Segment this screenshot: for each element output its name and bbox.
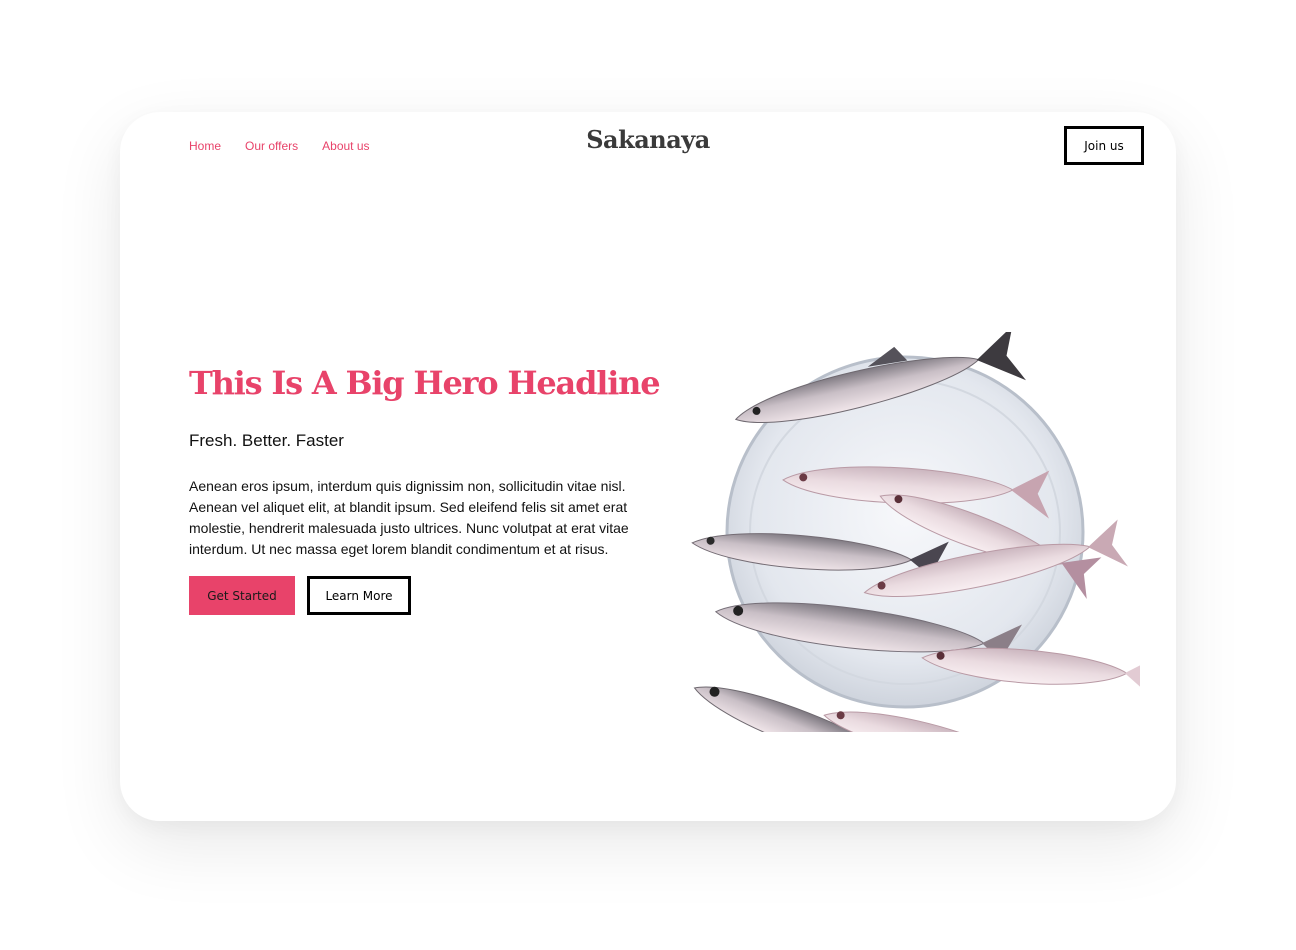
learn-more-button[interactable]: Learn More <box>307 576 411 615</box>
landing-page-card: Home Our offers About us Sakanaya Join u… <box>120 112 1176 821</box>
hero-cta-group: Get Started Learn More <box>189 576 411 615</box>
hero-body-text: Aenean eros ipsum, interdum quis digniss… <box>189 478 629 557</box>
join-us-button[interactable]: Join us <box>1064 126 1144 165</box>
brand-logo[interactable]: Sakanaya <box>120 125 1176 154</box>
hero-subheadline: Fresh. Better. Faster <box>189 431 344 450</box>
get-started-button[interactable]: Get Started <box>189 576 295 615</box>
plate-of-fish-image <box>691 332 1140 732</box>
hero-headline: This Is A Big Hero Headline <box>189 364 661 402</box>
